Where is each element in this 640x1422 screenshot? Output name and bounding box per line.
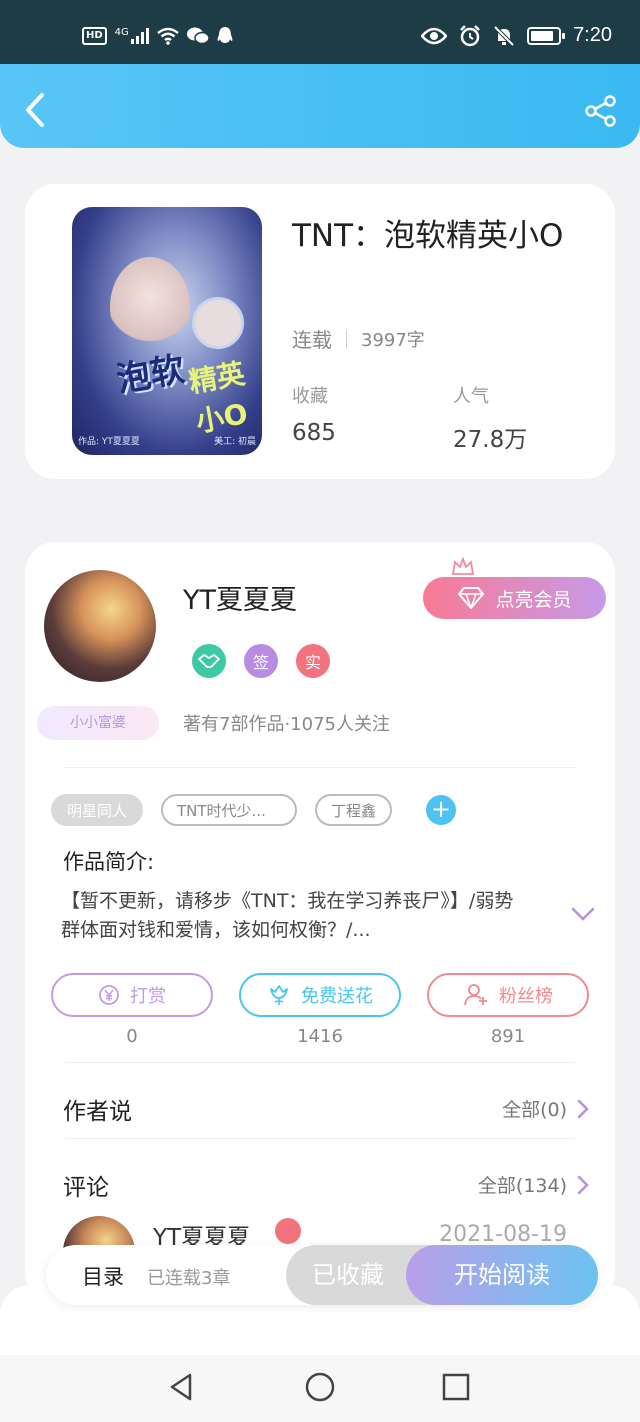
book-info-card: 泡软 精英小O 作品: YT夏夏夏 美工: 初晨 TNT：泡软精英小O 连载 3… (25, 184, 615, 479)
wifi-icon (157, 27, 179, 45)
flower-icon (270, 985, 288, 1005)
comments-title: 评论 (63, 1175, 109, 1201)
top-header (0, 64, 640, 148)
tag-list: 明星同人 TNT时代少... 丁程鑫 + (51, 794, 457, 826)
fan-count: 891 (490, 1026, 526, 1047)
send-flower-button[interactable]: 免费送花 (239, 973, 401, 1017)
crown-icon (451, 556, 475, 575)
intro-text: 【暂不更新，请移步《TNT：我在学习养丧尸》】/弱势群体面对钱和爱情，该如何权衡… (61, 890, 514, 941)
vip-gem-icon (275, 1218, 301, 1244)
recent-square-icon[interactable] (438, 1369, 474, 1405)
fan-ranking-label: 粉丝榜 (499, 986, 553, 1007)
tip-count: 0 (126, 1026, 138, 1047)
author-name[interactable]: YT夏夏夏 (183, 578, 297, 617)
tag-item[interactable]: 丁程鑫 (315, 794, 393, 826)
chevron-down-icon[interactable] (571, 906, 595, 922)
verified-icon[interactable]: 实 (296, 644, 330, 678)
fans-icon (464, 984, 487, 1006)
divider (346, 329, 347, 348)
chevron-left-icon[interactable] (20, 92, 50, 128)
flower-count: 1416 (297, 1026, 343, 1047)
cover-title-b: 精英小O (186, 356, 251, 439)
add-tag-button[interactable]: + (426, 795, 457, 825)
cover-figure-small (192, 297, 244, 349)
author-says-title: 作者说 (63, 1099, 132, 1125)
signal-icon (130, 28, 149, 44)
cover-footer-left: 作品: YT夏夏夏 (78, 437, 140, 447)
chevron-right-icon (577, 1099, 589, 1118)
tag-item[interactable]: TNT时代少... (161, 794, 298, 826)
cover-footer: 作品: YT夏夏夏 美工: 初晨 (78, 434, 256, 447)
book-title: TNT：泡软精英小O (292, 218, 564, 254)
status-bar: HD 4G 7:20 (0, 0, 640, 64)
tip-button[interactable]: 打赏 (51, 973, 213, 1017)
battery-icon (527, 26, 566, 45)
alarm-icon (460, 24, 480, 46)
chapter-count: 已连载3章 (147, 1268, 231, 1289)
status-right: 7:20 (421, 24, 612, 47)
eye-icon (421, 27, 448, 44)
vip-button-label: 点亮会员 (495, 588, 572, 611)
mute-bell-icon (493, 25, 515, 46)
author-rank-badge: 小小富婆 (37, 706, 159, 740)
favorites-label: 收藏 (292, 386, 328, 407)
author-card: 小小富婆 YT夏夏夏 点亮会员 签 实 著有7部作品·1075人关注 明星同人 … (25, 542, 615, 1302)
status-left: HD 4G (82, 26, 233, 46)
home-circle-icon[interactable] (302, 1369, 338, 1405)
popularity-label: 人气 (453, 386, 489, 407)
tag-item[interactable]: 明星同人 (51, 794, 144, 826)
divider (65, 767, 575, 768)
wechat-icon (186, 27, 209, 45)
yen-icon (99, 985, 119, 1005)
comments-all-link[interactable]: 全部(134) (478, 1171, 589, 1198)
comment-date: 2021-08-19 (439, 1222, 567, 1247)
cover-footer-right: 美工: 初晨 (214, 437, 256, 447)
back-triangle-icon[interactable] (164, 1369, 200, 1405)
intro-label: 作品简介: (63, 850, 155, 874)
author-says-all-label: 全部(0) (502, 1099, 567, 1121)
divider (65, 1138, 575, 1139)
word-count: 3997字 (361, 329, 425, 351)
diamond-icon (458, 587, 485, 609)
toc-button[interactable]: 目录 (82, 1261, 124, 1291)
comments-all-label: 全部(134) (477, 1175, 567, 1197)
author-avatar[interactable] (44, 570, 156, 682)
book-status-row: 连载 3997字 (292, 324, 425, 353)
start-reading-button[interactable]: 开始阅读 (406, 1245, 598, 1305)
author-meta: 著有7部作品·1075人关注 (183, 714, 390, 735)
author-badges: 签 实 (192, 644, 330, 678)
read-bar: 目录 已连载3章 已收藏 开始阅读 (46, 1245, 598, 1305)
author-says-all-link[interactable]: 全部(0) (502, 1095, 589, 1122)
network-label: 4G (114, 26, 129, 38)
share-icon[interactable] (584, 94, 618, 128)
favorites-value: 685 (292, 420, 336, 446)
vip-button[interactable]: 点亮会员 (423, 577, 606, 619)
chevron-right-icon (577, 1175, 589, 1194)
hd-icon: HD (82, 27, 107, 45)
clock: 7:20 (573, 24, 612, 46)
book-cover[interactable]: 泡软 精英小O 作品: YT夏夏夏 美工: 初晨 (72, 207, 262, 455)
send-flower-label: 免费送花 (301, 986, 373, 1007)
qq-icon (217, 27, 233, 43)
cover-title-a: 泡软 (113, 349, 188, 401)
divider (65, 1062, 575, 1063)
sign-icon[interactable]: 签 (244, 644, 278, 678)
handshake-icon[interactable] (192, 644, 226, 678)
serial-status: 连载 (292, 328, 332, 352)
tip-label: 打赏 (130, 986, 166, 1007)
fan-ranking-button[interactable]: 粉丝榜 (427, 973, 589, 1017)
popularity-value: 27.8万 (453, 427, 528, 453)
system-nav-bar (0, 1355, 640, 1422)
